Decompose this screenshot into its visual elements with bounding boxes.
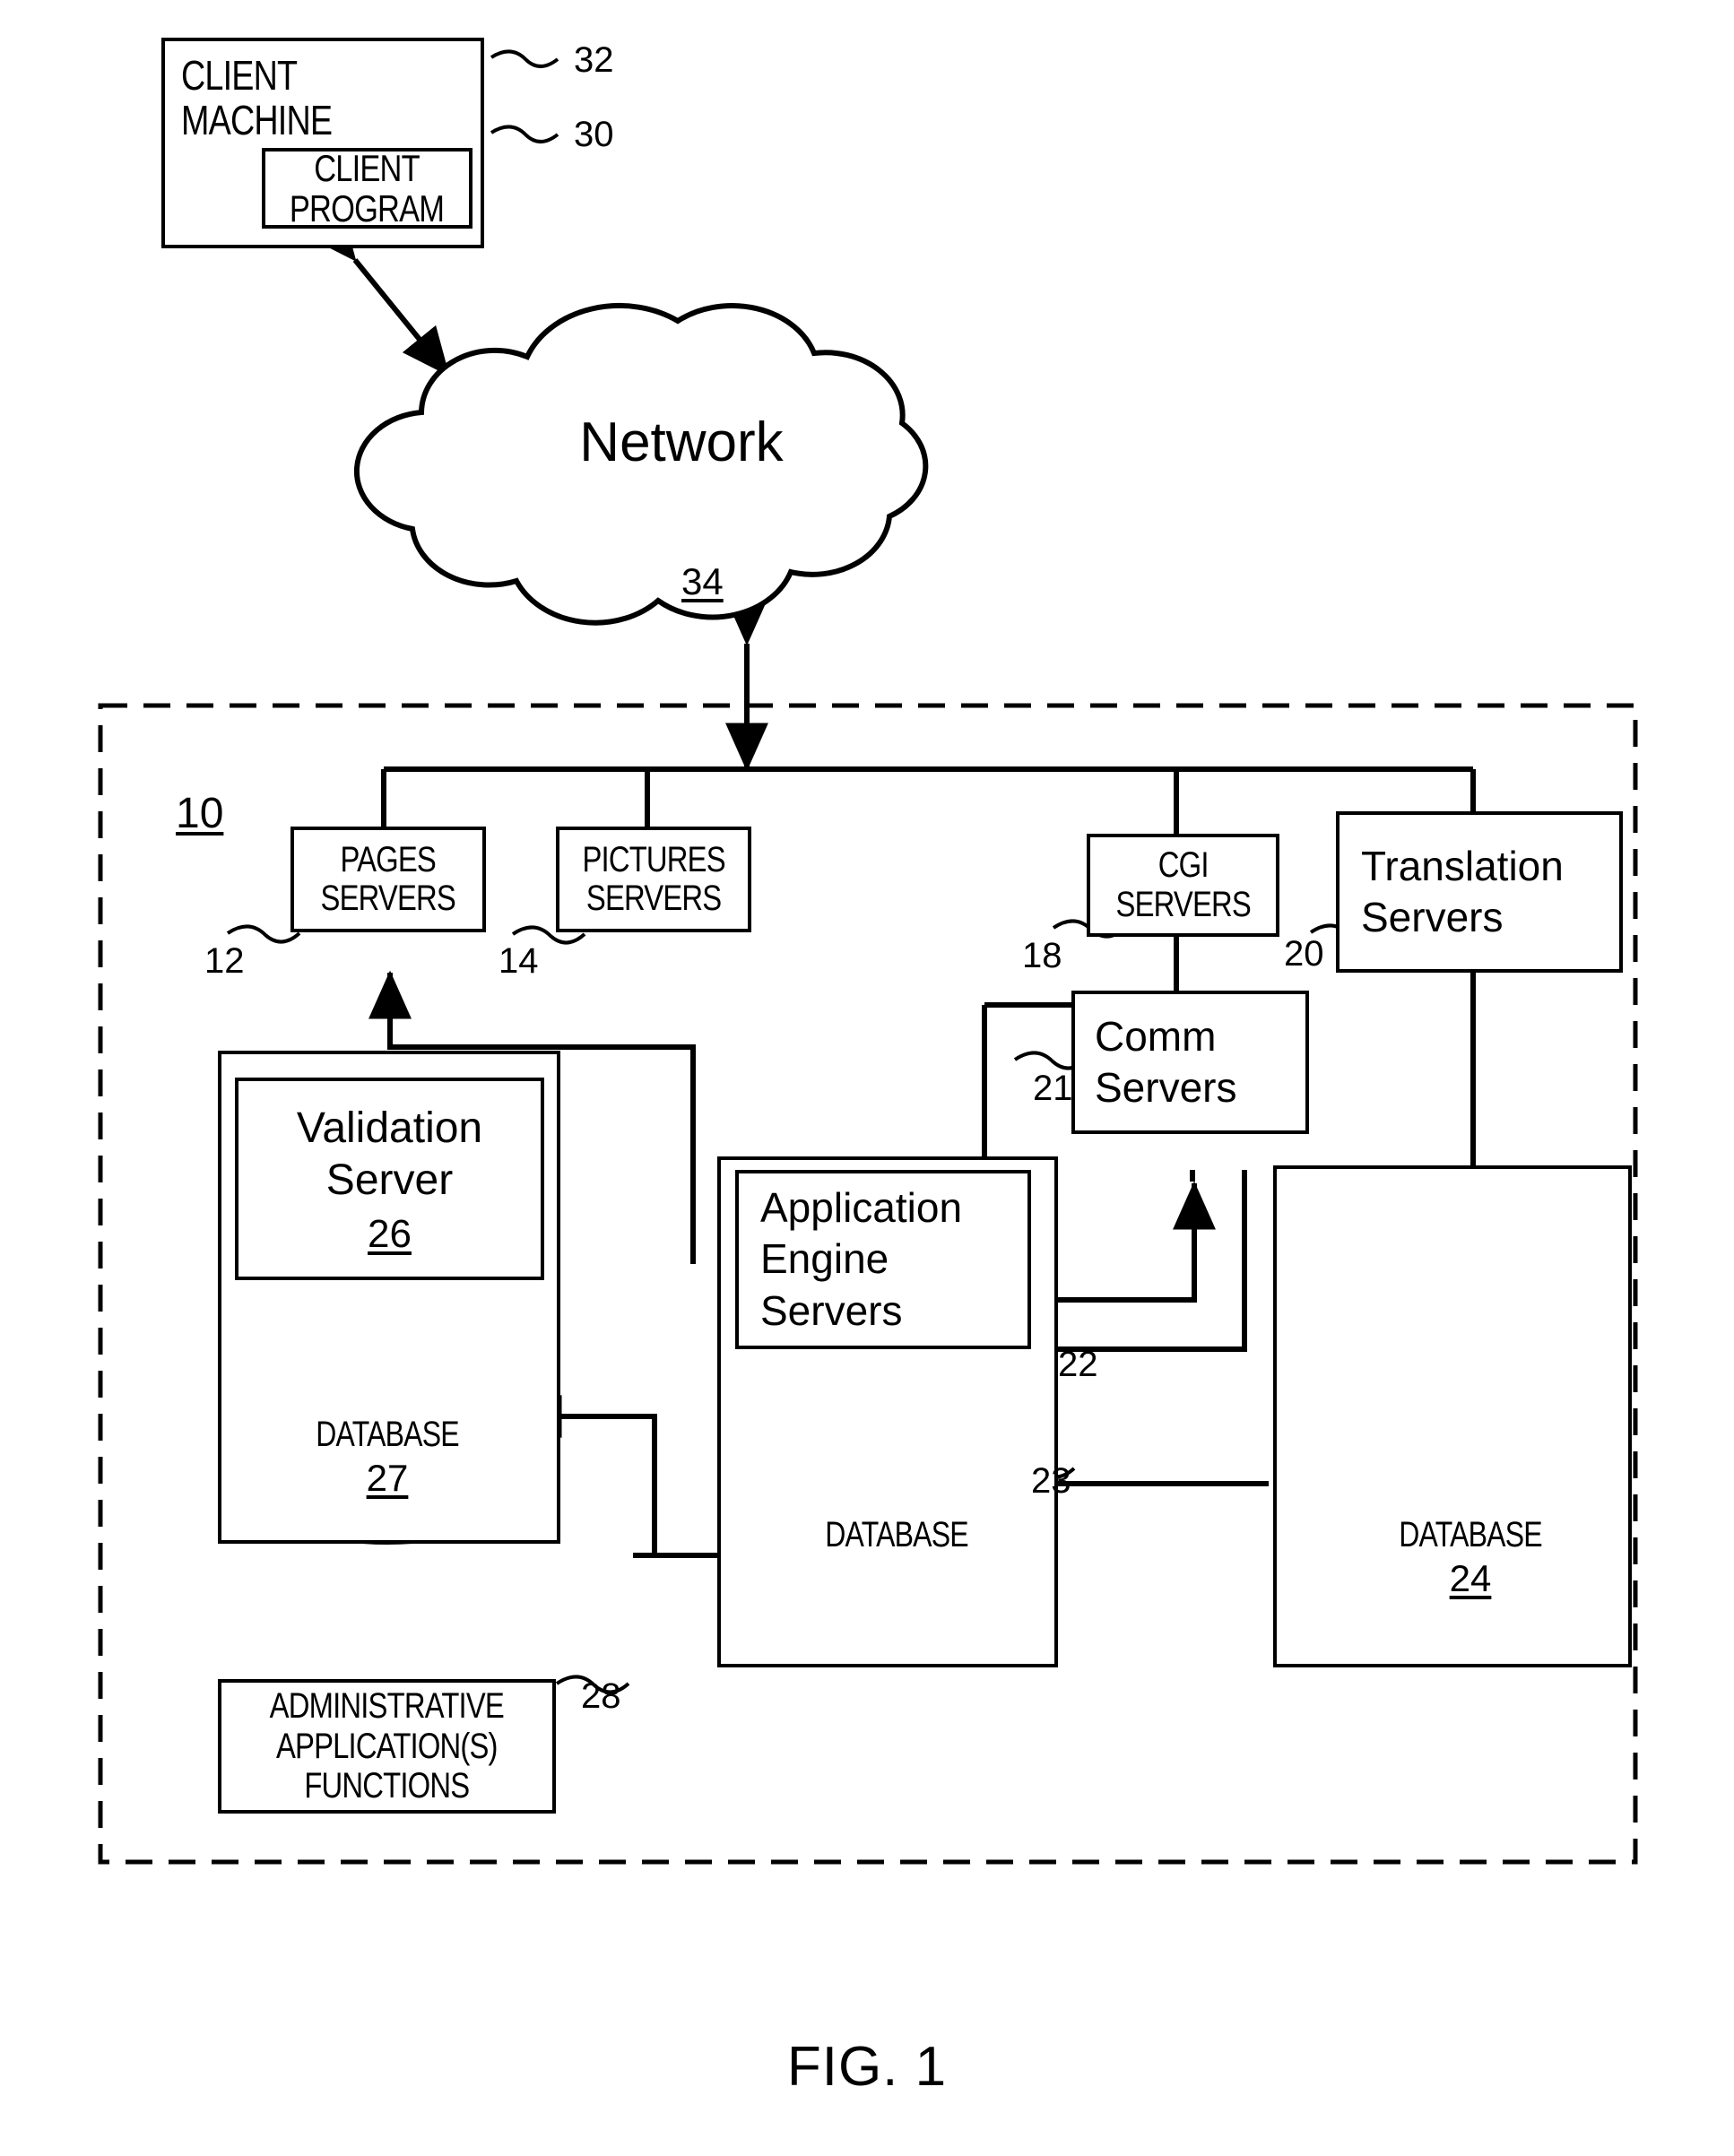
cgi-servers-box[interactable]: CGI SERVERS [1087, 834, 1279, 937]
network-label: Network [579, 411, 784, 473]
validation-database-name: DATABASE [316, 1415, 459, 1454]
translation-database-name: DATABASE [1399, 1515, 1542, 1554]
pages-servers-box[interactable]: PAGES SERVERS [290, 827, 486, 932]
appengine-database-name: DATABASE [825, 1515, 968, 1554]
app-engine-servers-label: Application Engine Servers [760, 1184, 963, 1334]
ref-28: 28 [581, 1676, 621, 1716]
ref-12: 12 [204, 941, 245, 981]
ref-14: 14 [499, 941, 539, 981]
validation-server-label: Validation Server [296, 1104, 483, 1205]
figure-caption: FIG. 1 [786, 2036, 948, 2098]
ref-21: 21 [1033, 1069, 1073, 1108]
comm-servers-box[interactable]: Comm Servers [1071, 991, 1309, 1134]
admin-functions-box[interactable]: ADMINISTRATIVE APPLICATION(S) FUNCTIONS [218, 1679, 556, 1814]
translation-servers-box[interactable]: Translation Servers [1336, 811, 1623, 973]
ref-10: 10 [176, 790, 224, 837]
pictures-servers-label: PICTURES SERVERS [582, 839, 725, 918]
figure-canvas: CLIENT MACHINE CLIENT PROGRAM 32 30 Netw… [0, 0, 1734, 2156]
translation-database-label: DATABASE 24 [1345, 1515, 1596, 1600]
comm-servers-label: Comm Servers [1095, 1012, 1237, 1112]
ref-20: 20 [1284, 934, 1324, 974]
ref-24: 24 [1449, 1557, 1492, 1599]
pages-servers-label: PAGES SERVERS [320, 839, 456, 918]
client-program-label: CLIENT PROGRAM [290, 146, 445, 229]
pictures-servers-box[interactable]: PICTURES SERVERS [556, 827, 751, 932]
ref-32: 32 [574, 40, 614, 80]
ref-27: 27 [366, 1457, 409, 1499]
translation-servers-label: Translation Servers [1361, 842, 1564, 941]
ref-26: 26 [368, 1211, 412, 1256]
validation-database-label: DATABASE 27 [262, 1415, 513, 1500]
ref-30: 30 [574, 115, 614, 154]
cgi-servers-label: CGI SERVERS [1115, 845, 1251, 924]
ref-34: 34 [681, 560, 724, 602]
client-program-box[interactable]: CLIENT PROGRAM [262, 148, 473, 229]
app-engine-servers-box[interactable]: Application Engine Servers [735, 1170, 1031, 1349]
admin-functions-label: ADMINISTRATIVE APPLICATION(S) FUNCTIONS [269, 1685, 505, 1806]
ref-18: 18 [1022, 936, 1062, 975]
validation-server-box[interactable]: Validation Server 26 [235, 1078, 544, 1280]
ref-23: 23 [1031, 1461, 1071, 1501]
client-machine-label: CLIENT MACHINE [181, 52, 333, 143]
appengine-database-label: DATABASE [771, 1515, 1022, 1555]
ref-22: 22 [1058, 1345, 1098, 1384]
